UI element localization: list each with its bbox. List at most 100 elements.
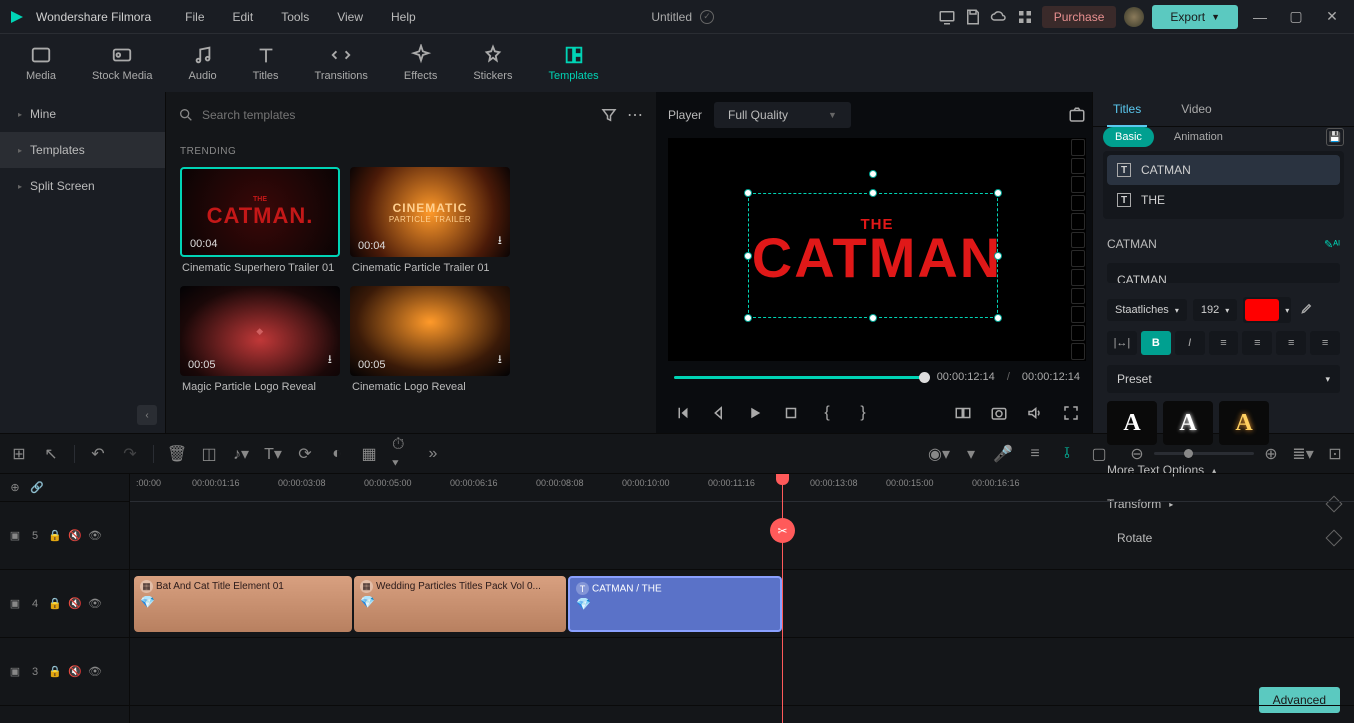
- ai-icon[interactable]: ✎ᴬᴵ: [1324, 238, 1340, 251]
- sidebar-item-split[interactable]: ▸Split Screen: [0, 168, 165, 204]
- close-button[interactable]: ✕: [1318, 3, 1346, 31]
- zoom-out-button[interactable]: ⊖: [1128, 445, 1146, 463]
- filter-icon[interactable]: [600, 106, 618, 124]
- purchase-button[interactable]: Purchase: [1042, 6, 1117, 28]
- italic-button[interactable]: I: [1175, 331, 1205, 355]
- align-center-button[interactable]: ≡: [1242, 331, 1272, 355]
- playhead[interactable]: ✂: [782, 474, 783, 723]
- text-layer-item[interactable]: TCATMAN: [1107, 155, 1340, 185]
- text-button[interactable]: T▾: [264, 445, 282, 463]
- speed-button[interactable]: ⟳: [296, 445, 314, 463]
- tab-templates[interactable]: Templates: [534, 38, 612, 88]
- more-button[interactable]: »: [424, 445, 442, 463]
- mic-icon[interactable]: 🎤: [994, 445, 1012, 463]
- tab-stickers[interactable]: Stickers: [459, 38, 526, 88]
- template-card[interactable]: CINEMATICPARTICLE TRAILER00:04⭳ Cinemati…: [350, 167, 510, 276]
- save-preset-icon[interactable]: 💾: [1326, 128, 1344, 146]
- menu-help[interactable]: Help: [379, 6, 428, 28]
- menu-tools[interactable]: Tools: [269, 6, 321, 28]
- grid-icon[interactable]: ⊞: [10, 445, 28, 463]
- device-icon[interactable]: [938, 8, 956, 26]
- minimize-button[interactable]: —: [1246, 3, 1274, 31]
- zoom-slider[interactable]: [1154, 452, 1254, 455]
- timer-button[interactable]: ⏱▾: [392, 445, 410, 463]
- audio-button[interactable]: ♪▾: [232, 445, 250, 463]
- add-track-icon[interactable]: ⊕: [8, 481, 22, 495]
- cut-icon[interactable]: ✂: [770, 518, 795, 543]
- subtab-basic[interactable]: Basic: [1103, 127, 1154, 147]
- scrub-track[interactable]: [674, 376, 925, 379]
- quality-dropdown[interactable]: Full Quality▼: [714, 102, 851, 128]
- stop-button[interactable]: [782, 404, 800, 422]
- template-card[interactable]: 00:05⭳ Cinematic Logo Reveal: [350, 286, 510, 395]
- tab-titles[interactable]: Titles: [239, 38, 293, 88]
- tab-transitions[interactable]: Transitions: [301, 38, 382, 88]
- tab-media[interactable]: Media: [12, 38, 70, 88]
- track-row[interactable]: [130, 638, 1354, 706]
- mute-icon[interactable]: 🔇: [68, 529, 82, 543]
- image-icon[interactable]: ▢: [1090, 445, 1108, 463]
- mixer-icon[interactable]: ≡: [1026, 445, 1044, 463]
- mark-out-button[interactable]: }: [854, 404, 872, 422]
- tab-effects[interactable]: Effects: [390, 38, 451, 88]
- mask-button[interactable]: ▦: [360, 445, 378, 463]
- selection-box[interactable]: [748, 193, 998, 318]
- undo-button[interactable]: ↶: [89, 445, 107, 463]
- lock-icon[interactable]: 🔒: [48, 529, 62, 543]
- inspector-tab-video[interactable]: Video: [1161, 92, 1231, 126]
- preset-dropdown[interactable]: Preset▾: [1107, 365, 1340, 393]
- maximize-button[interactable]: ▢: [1282, 3, 1310, 31]
- color-picker[interactable]: ▾: [1243, 297, 1291, 323]
- sidebar-item-templates[interactable]: ▸Templates: [0, 132, 165, 168]
- template-card[interactable]: THECATMAN.00:04 Cinematic Superhero Trai…: [180, 167, 340, 276]
- spacing-button[interactable]: |↔|: [1107, 331, 1137, 355]
- eyedropper-icon[interactable]: [1297, 302, 1313, 318]
- bold-button[interactable]: B: [1141, 331, 1171, 355]
- text-layer-item[interactable]: TTHE: [1107, 185, 1340, 215]
- align-left-button[interactable]: ≡: [1209, 331, 1239, 355]
- snapshot-icon[interactable]: [1068, 106, 1086, 124]
- more-icon[interactable]: ⋯: [626, 106, 644, 124]
- save-icon[interactable]: [964, 8, 982, 26]
- bookmark-icon[interactable]: ▾: [962, 445, 980, 463]
- redo-button[interactable]: ↷: [121, 445, 139, 463]
- menu-view[interactable]: View: [325, 6, 375, 28]
- clip[interactable]: ▦Wedding Particles Titles Pack Vol 0...💎: [354, 576, 566, 632]
- apps-icon[interactable]: [1016, 8, 1034, 26]
- list-icon[interactable]: ≣▾: [1294, 445, 1312, 463]
- marker-button[interactable]: ◉▾: [930, 445, 948, 463]
- step-back-button[interactable]: [710, 404, 728, 422]
- volume-icon[interactable]: [1026, 404, 1044, 422]
- avatar[interactable]: [1124, 7, 1144, 27]
- tab-audio[interactable]: Audio: [175, 38, 231, 88]
- fullscreen-icon[interactable]: [1062, 404, 1080, 422]
- align-right-button[interactable]: ≡: [1276, 331, 1306, 355]
- font-size-input[interactable]: 192▾: [1193, 299, 1237, 321]
- sidebar-item-mine[interactable]: ▸Mine: [0, 96, 165, 132]
- link-icon[interactable]: 🔗: [30, 481, 44, 495]
- clip[interactable]: ▦Bat And Cat Title Element 01💎: [134, 576, 352, 632]
- fit-icon[interactable]: ⊡: [1326, 445, 1344, 463]
- camera-icon[interactable]: [990, 404, 1008, 422]
- align-justify-button[interactable]: ≡: [1310, 331, 1340, 355]
- clip-selected[interactable]: TCATMAN / THE💎: [568, 576, 782, 632]
- delete-button[interactable]: 🗑: [168, 445, 186, 463]
- collapse-sidebar-button[interactable]: ‹: [137, 405, 157, 425]
- track-row[interactable]: ▦Bat And Cat Title Element 01💎 ▦Wedding …: [130, 570, 1354, 638]
- cursor-icon[interactable]: ↖: [42, 445, 60, 463]
- font-dropdown[interactable]: Staatliches▾: [1107, 299, 1187, 321]
- color-button[interactable]: ◐: [328, 445, 346, 463]
- menu-file[interactable]: File: [173, 6, 216, 28]
- menu-edit[interactable]: Edit: [221, 6, 266, 28]
- crop-button[interactable]: ◫: [200, 445, 218, 463]
- subtab-animation[interactable]: Animation: [1162, 127, 1235, 147]
- play-button[interactable]: [746, 404, 764, 422]
- track-row[interactable]: [130, 502, 1354, 570]
- mark-in-button[interactable]: {: [818, 404, 836, 422]
- prev-frame-button[interactable]: [674, 404, 692, 422]
- export-button[interactable]: Export▼: [1152, 5, 1238, 29]
- eye-icon[interactable]: 👁: [88, 529, 102, 543]
- template-card[interactable]: ◆00:05⭳ Magic Particle Logo Reveal: [180, 286, 340, 395]
- search-input[interactable]: [202, 108, 592, 122]
- cloud-icon[interactable]: [990, 8, 1008, 26]
